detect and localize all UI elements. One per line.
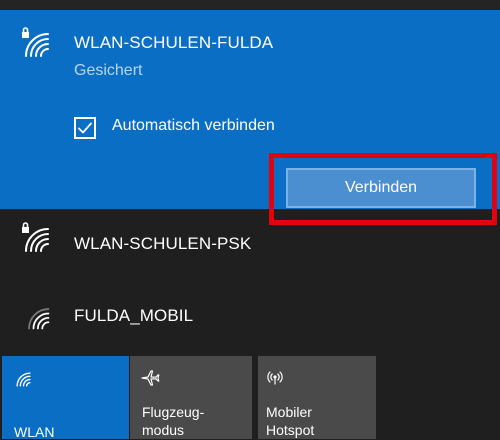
wifi-secured-icon — [18, 221, 52, 255]
tile-label-line2: modus — [142, 422, 185, 438]
tile-wlan[interactable]: WLAN — [2, 356, 129, 440]
network-name: WLAN-SCHULEN-FULDA — [74, 33, 274, 52]
network-status: Gesichert — [74, 62, 143, 79]
network-item-wlan-schulen-psk[interactable]: WLAN-SCHULEN-PSK — [0, 215, 500, 273]
hotspot-icon — [264, 368, 286, 388]
tile-label-line2: Hotspot — [266, 422, 315, 438]
tile-label-line1: Flugzeug- — [142, 404, 205, 420]
checkmark-icon — [78, 122, 92, 134]
tile-label: WLAN — [14, 424, 55, 440]
network-name: FULDA_MOBIL — [74, 306, 194, 325]
top-strip — [0, 0, 500, 10]
network-item-wlan-schulen-fulda[interactable]: WLAN-SCHULEN-FULDA Gesichert Automatisch… — [0, 10, 500, 225]
airplane-icon — [140, 368, 160, 388]
tile-airplane-mode[interactable]: Flugzeug- modus — [130, 356, 252, 439]
tile-label-line1: Mobiler — [266, 404, 312, 420]
network-item-fulda-mobil[interactable]: FULDA_MOBIL — [0, 290, 500, 348]
network-flyout: WLAN-SCHULEN-FULDA Gesichert Automatisch… — [0, 0, 500, 440]
tile-mobile-hotspot[interactable]: Mobiler Hotspot — [258, 356, 376, 439]
connect-button[interactable]: Verbinden — [286, 168, 476, 208]
quick-actions: WLAN Flugzeug- modus Mobiler Hotspot — [0, 356, 500, 440]
wifi-icon — [22, 302, 52, 332]
wifi-secured-icon — [18, 26, 52, 60]
auto-connect-label[interactable]: Automatisch verbinden — [112, 117, 275, 135]
wifi-icon — [14, 370, 32, 388]
auto-connect-checkbox[interactable] — [74, 117, 96, 139]
network-name: WLAN-SCHULEN-PSK — [74, 234, 252, 253]
